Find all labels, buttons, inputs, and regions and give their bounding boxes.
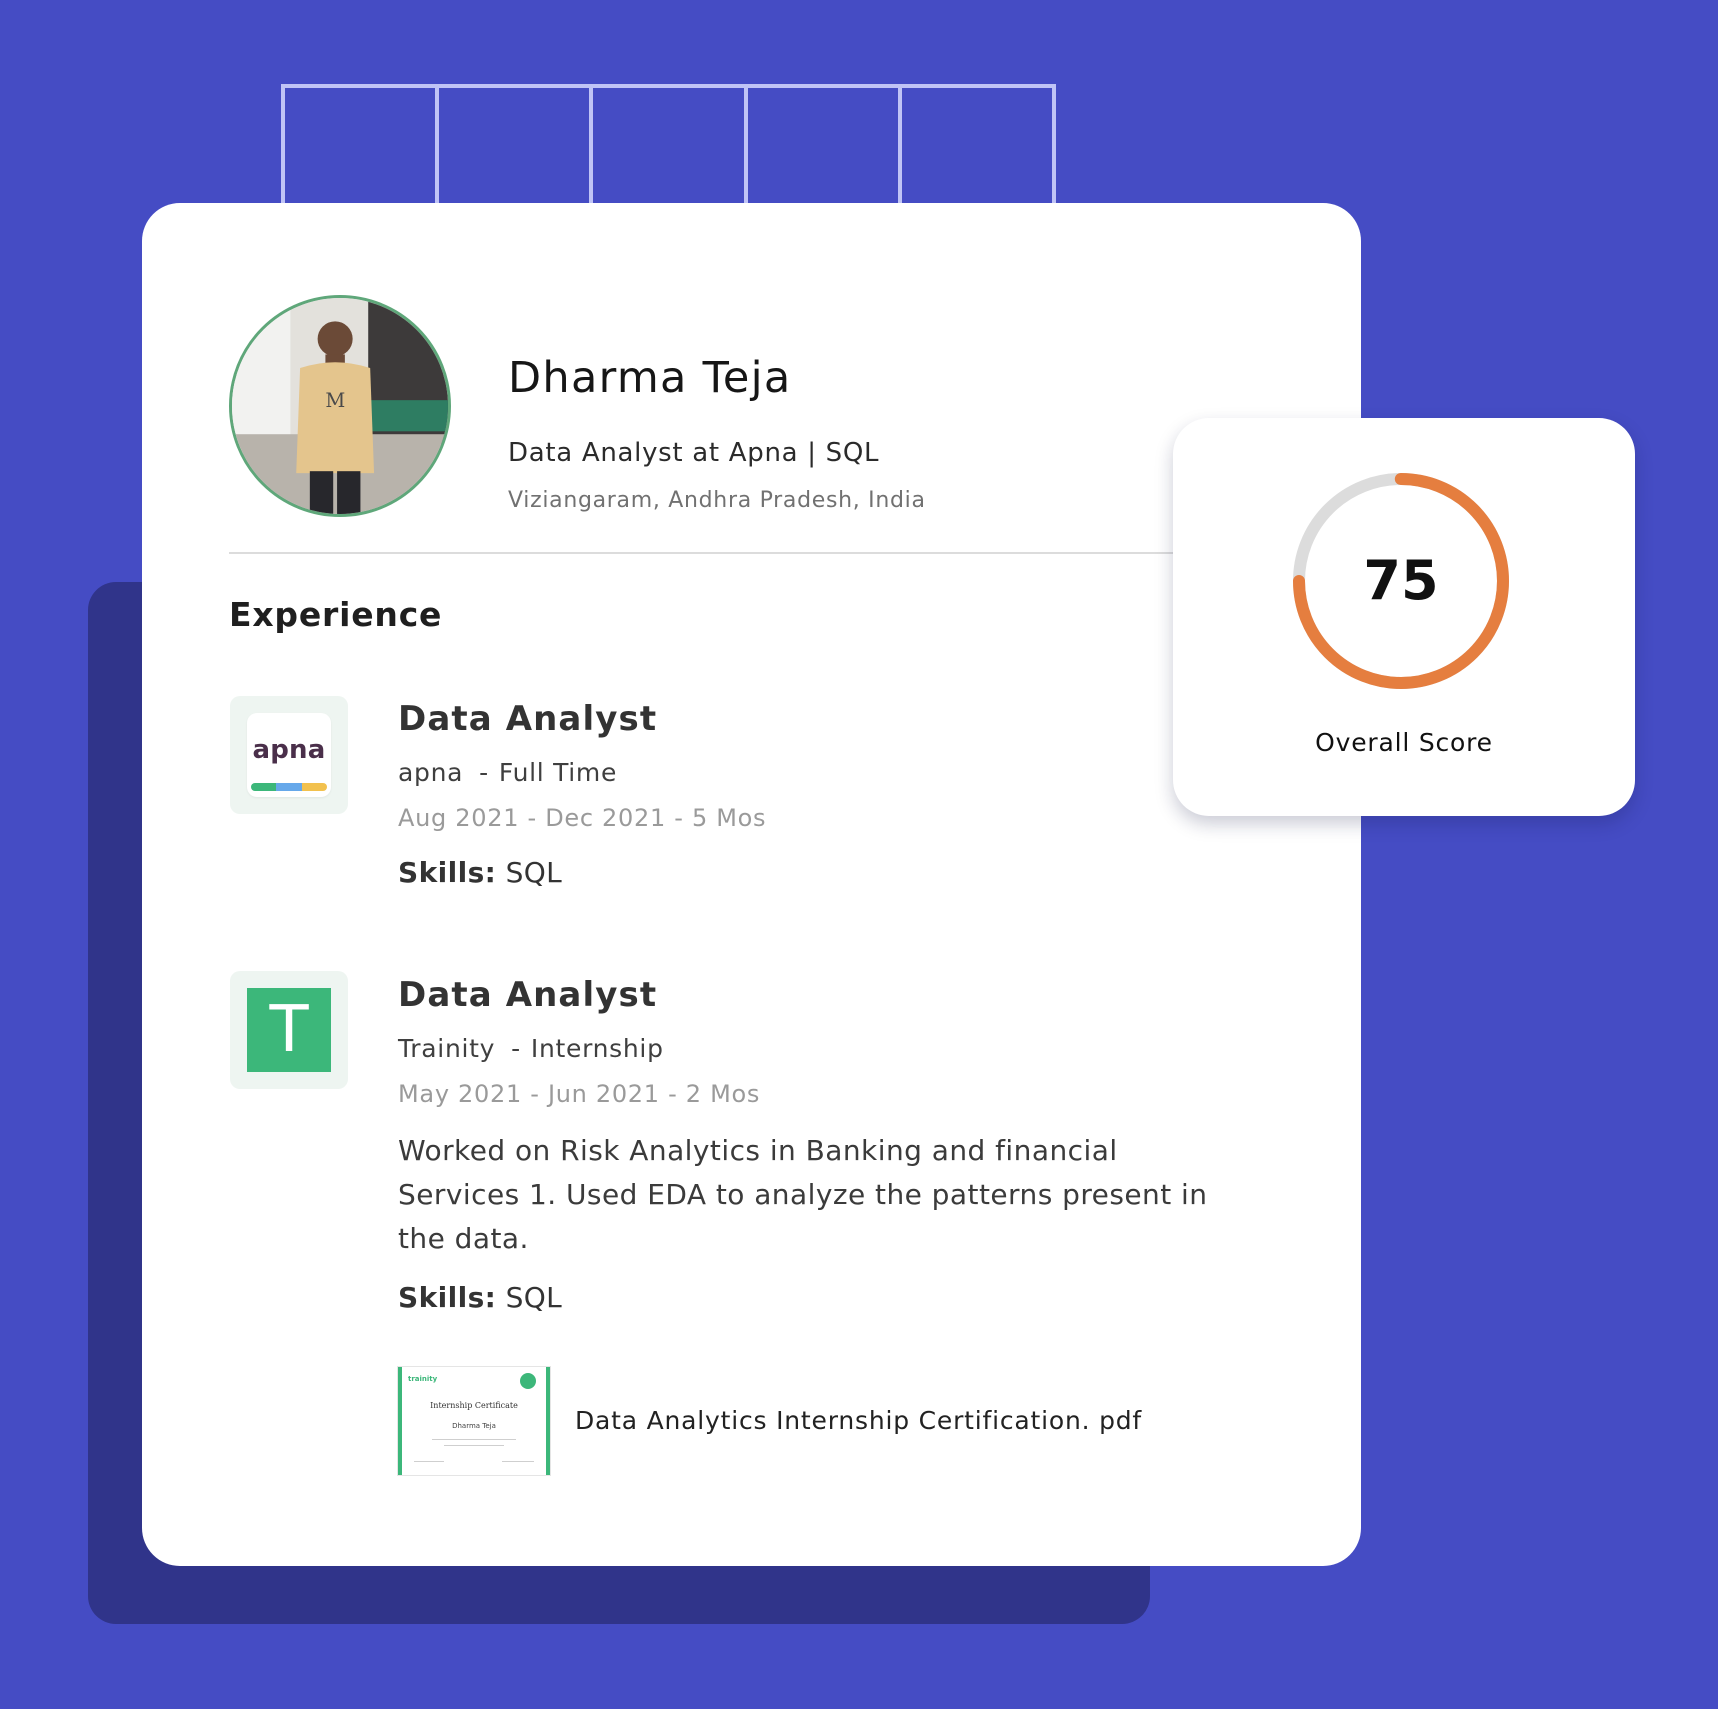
skills-label: Skills: (398, 1281, 497, 1314)
job-skills: Skills: SQL (398, 856, 562, 889)
apna-strip-segment (251, 783, 277, 791)
profile-headline: Data Analyst at Apna | SQL (508, 438, 880, 468)
company-logo-box: apna (230, 696, 348, 814)
apna-strip-segment (276, 783, 302, 791)
job-dates: May 2021 - Jun 2021 - 2 Mos (398, 1080, 761, 1108)
apna-logo-icon: apna (247, 713, 331, 797)
separator: - (479, 758, 489, 787)
certificate-signature-line (502, 1461, 534, 1462)
experience-heading: Experience (229, 595, 443, 634)
header-divider (229, 552, 1229, 554)
profile-name: Dharma Teja (508, 353, 792, 403)
certificate-recipient: Dharma Teja (452, 1422, 496, 1430)
certificate-thumbnail[interactable]: trainity Internship Certificate Dharma T… (398, 1367, 550, 1475)
job-dates: Aug 2021 - Dec 2021 - 5 Mos (398, 804, 767, 832)
company-logo-box: T (230, 971, 348, 1089)
company-line: apna - Full Time (398, 758, 617, 787)
overall-score-card: 75 Overall Score (1173, 418, 1635, 816)
score-value: 75 (1363, 549, 1439, 612)
job-description: Worked on Risk Analytics in Banking and … (398, 1134, 1208, 1255)
apna-color-strip (251, 783, 327, 791)
company-name: Trainity (398, 1034, 496, 1063)
trainity-logo-icon: T (247, 988, 331, 1072)
skills-value: SQL (505, 856, 563, 889)
profile-avatar: M (229, 295, 451, 517)
certificate-title: Internship Certificate (430, 1401, 518, 1410)
employment-type: Internship (530, 1034, 664, 1063)
job-skills: Skills: SQL (398, 1281, 562, 1314)
certificate-text-line (444, 1445, 504, 1446)
apna-wordmark: apna (252, 735, 326, 765)
attachment-filename-link[interactable]: Data Analytics Internship Certification.… (575, 1406, 1142, 1435)
profile-location: Viziangaram, Andhra Pradesh, India (508, 488, 926, 513)
separator: - (511, 1034, 521, 1063)
skills-value: SQL (505, 1281, 563, 1314)
apna-strip-segment (301, 783, 327, 791)
profile-card: M Dharma Teja Data Analyst at Apna | SQL… (142, 203, 1361, 1566)
svg-text:M: M (325, 389, 345, 412)
certificate-brand: trainity (408, 1375, 438, 1383)
certificate-signature-line (414, 1461, 444, 1462)
job-title: Data Analyst (398, 975, 658, 1015)
score-label: Overall Score (1315, 728, 1493, 757)
company-line: Trainity - Internship (398, 1034, 664, 1063)
skills-label: Skills: (398, 856, 497, 889)
employment-type: Full Time (498, 758, 618, 787)
avatar-photo-icon: M (232, 298, 448, 514)
job-title: Data Analyst (398, 699, 658, 739)
company-name: apna (398, 758, 464, 787)
certificate-seal-icon (520, 1373, 536, 1389)
certificate-text-line (432, 1439, 516, 1440)
